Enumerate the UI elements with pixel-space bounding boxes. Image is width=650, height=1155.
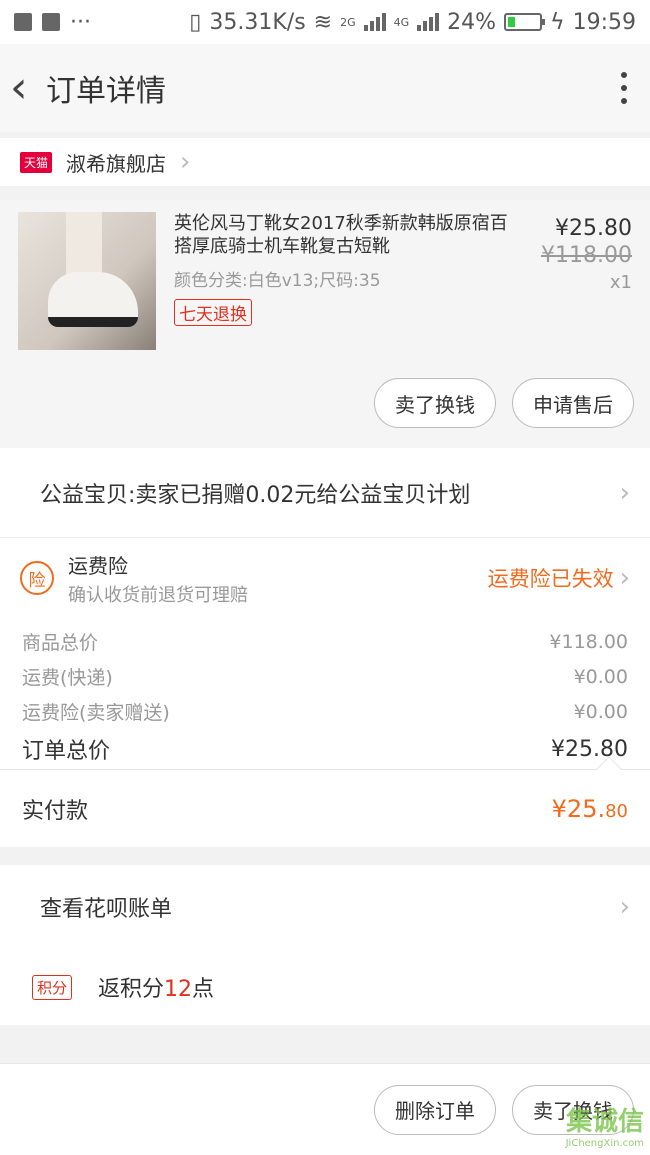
actual-paid-value: ¥25.80 [552,795,628,823]
back-arrow-icon[interactable]: ‹ [10,66,42,110]
shipping-value: ¥0.00 [573,665,628,688]
huabei-bill-row[interactable]: 查看花呗账单 › [0,865,650,949]
fee-breakdown: 商品总价 ¥118.00 运费(快递) ¥0.00 运费险(卖家赠送) ¥0.0… [0,618,650,769]
points-row: 积分 返积分12点 [0,949,650,1025]
store-name: 淑希旗舰店 [66,151,167,176]
image-icon [14,13,32,31]
vibrate-icon: ▯ [189,9,202,35]
points-number: 12 [164,977,193,1002]
product-price: ¥25.80 [555,216,632,241]
signal-icon-2 [417,13,440,31]
insurance-text: 运费险 确认收货前退货可理赔 [68,550,248,607]
order-total-value: ¥25.80 [551,736,628,762]
clock: 19:59 [572,9,636,35]
signal-icon [363,13,386,31]
insurance-fee-value: ¥0.00 [573,700,628,723]
apps-icon [42,13,60,31]
insurance-icon: 险 [20,561,54,595]
order-total-row: 订单总价 ¥25.80 [22,729,628,769]
chevron-right-icon: › [619,563,630,593]
tmall-logo-icon: 天猫 [20,151,53,173]
points-prefix: 返积分 [98,977,165,1002]
goods-total-row: 商品总价 ¥118.00 [22,624,628,659]
charity-row[interactable]: 公益宝贝:卖家已捐赠0.02元给公益宝贝计划 › [0,448,650,538]
product-card[interactable]: 英伦风马丁靴女2017秋季新款韩版原宿百搭厚底骑士机车靴复古短靴 颜色分类:白色… [0,200,650,448]
battery-icon [504,13,546,31]
chevron-right-icon: › [180,147,191,177]
chevron-right-icon: › [619,477,630,508]
watermark-sub: JiChengXin.com [565,1138,644,1149]
product-price-block: ¥25.80 ¥118.00 x1 [541,216,632,293]
huabei-text: 查看花呗账单 [40,897,173,922]
shipping-insurance-row[interactable]: 险 运费险 确认收货前退货可理赔 运费险已失效 › [0,538,650,618]
points-badge: 积分 [32,974,73,1000]
wifi-icon: ≋ [313,9,333,35]
insurance-subtitle: 确认收货前退货可理赔 [68,584,248,606]
product-title[interactable]: 英伦风马丁靴女2017秋季新款韩版原宿百搭厚底骑士机车靴复古短靴 [174,212,524,258]
insurance-fee-label: 运费险(卖家赠送) [22,702,170,724]
delete-order-button[interactable]: 删除订单 [374,1084,496,1135]
order-total-label: 订单总价 [22,739,111,764]
insurance-fee-row: 运费险(卖家赠送) ¥0.00 [22,694,628,729]
store-row[interactable]: 天猫 淑希旗舰店 › [0,138,650,186]
product-sku: 颜色分类:白色v13;尺码:35 [174,271,381,291]
network-type-b: 4G [393,15,410,29]
product-quantity: x1 [609,272,632,293]
shipping-row: 运费(快递) ¥0.00 [22,659,628,694]
nav-bar: ‹ 订单详情 [0,44,650,132]
return-policy-badge: 七天退换 [174,299,252,326]
bottom-action-bar: 删除订单 卖了换钱 集诚信 JiChengXin.com [0,1063,650,1155]
network-type-a: 2G [340,15,356,29]
actual-paid-cents: 80 [605,800,628,822]
charging-icon: ϟ [550,9,565,35]
status-right: ▯ 35.31K/s ≋ 2G 4G 24% ϟ 19:59 [189,10,636,35]
charity-text: 公益宝贝:卖家已捐赠0.02元给公益宝贝计划 [40,482,471,508]
actual-paid-label: 实付款 [22,798,89,824]
apply-aftersale-button[interactable]: 申请售后 [512,378,634,428]
battery-percent: 24% [447,9,497,35]
section-gap [0,847,650,865]
watermark-main: 集诚信 [565,1107,644,1137]
more-menu-icon[interactable] [612,72,636,104]
product-info: 英伦风马丁靴女2017秋季新款韩版原宿百搭厚底骑士机车靴复古短靴 颜色分类:白色… [174,212,524,326]
actual-paid-row: 实付款 ¥25.80 [0,756,650,847]
product-actions: 卖了换钱 申请售后 [374,378,634,428]
goods-total-value: ¥118.00 [549,630,628,653]
page-title: 订单详情 [46,74,166,109]
status-bar: ··· ▯ 35.31K/s ≋ 2G 4G 24% ϟ 19:59 [0,0,650,44]
status-left: ··· [14,10,164,35]
more-notifications-icon: ··· [70,9,91,35]
goods-total-label: 商品总价 [22,632,99,654]
shipping-label: 运费(快递) [22,667,113,689]
actual-paid-main: ¥25. [551,794,606,823]
insurance-status: 运费险已失效 [487,567,614,591]
watermark: 集诚信 JiChengXin.com [566,1101,644,1149]
points-text: 返积分12点 [98,971,214,1003]
insurance-title: 运费险 [68,553,128,578]
product-original-price: ¥118.00 [541,243,632,268]
chevron-right-icon: › [619,892,630,922]
network-speed: 35.31K/s [209,9,306,35]
points-suffix: 点 [192,977,215,1002]
product-image[interactable] [18,212,156,350]
sell-for-cash-button[interactable]: 卖了换钱 [374,378,496,428]
